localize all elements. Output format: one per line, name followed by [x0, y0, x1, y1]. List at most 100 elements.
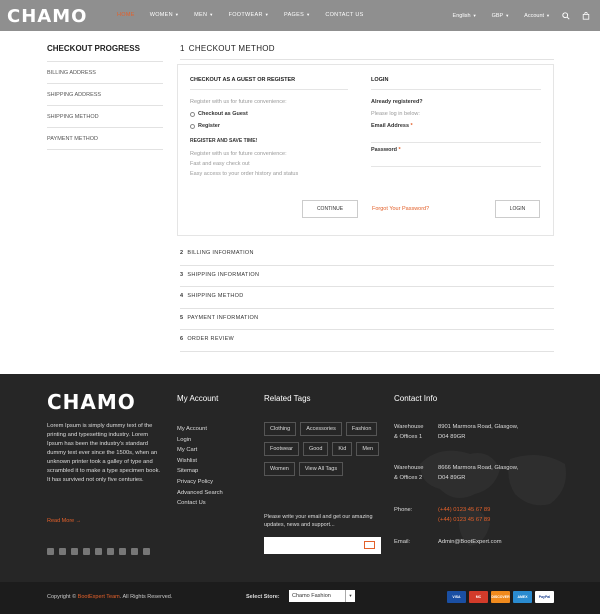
- facebook-icon[interactable]: [47, 548, 54, 555]
- bottom-bar: Copyright © BootExpert Team. All Rights …: [0, 582, 600, 614]
- vimeo-icon[interactable]: [143, 548, 150, 555]
- site-logo[interactable]: CHAMO: [7, 6, 87, 27]
- step-checkout-method-title[interactable]: 1 CHECKOUT METHOD: [180, 44, 554, 60]
- checkout-progress-sidebar: CHECKOUT PROGRESS BILLING ADDRESS SHIPPI…: [47, 44, 163, 150]
- continue-button[interactable]: CONTINUE: [302, 200, 358, 218]
- contact-email[interactable]: Admin@BootExpert.com: [438, 537, 502, 547]
- account-menu[interactable]: Account ▼: [524, 13, 550, 19]
- amex-icon: AMEX: [513, 591, 532, 603]
- chevron-down-icon: ▼: [345, 590, 355, 602]
- sidebar-item-shipping-method: SHIPPING METHOD: [47, 106, 163, 128]
- contact-info-title: Contact Info: [394, 394, 438, 403]
- step-order-review[interactable]: 6 ORDER REVIEW: [180, 330, 554, 352]
- already-registered: Already registered?: [371, 99, 423, 105]
- tag-kid[interactable]: Kid: [332, 442, 353, 456]
- related-tags: Clothing Accessories Fashion Footwear Go…: [264, 422, 384, 482]
- tag-clothing[interactable]: Clothing: [264, 422, 297, 436]
- store-select[interactable]: Chamo Fashion ▼: [289, 590, 355, 602]
- login-button[interactable]: LOGIN: [495, 200, 540, 218]
- nav-pages[interactable]: PAGES ▼: [284, 12, 310, 18]
- header-tools: English ▼ GBP ▼ Account ▼: [438, 12, 590, 20]
- language-selector[interactable]: English ▼: [453, 13, 477, 19]
- phone-numbers: (+44) 0123 45 67 89 (+44) 0123 45 67 89: [438, 507, 491, 523]
- checkout-as-guest-option[interactable]: Checkout as Guest: [190, 111, 348, 117]
- password-field[interactable]: [371, 153, 541, 167]
- nav-men[interactable]: MEN ▼: [194, 12, 213, 18]
- footer-link-my-cart[interactable]: My Cart: [177, 445, 223, 456]
- sidebar-item-payment-method: PAYMENT METHOD: [47, 128, 163, 150]
- footer-link-my-account[interactable]: My Account: [177, 424, 223, 435]
- chevron-down-icon: ▼: [546, 13, 550, 18]
- site-header: CHAMO HOME WOMEN ▼ MEN ▼ FOOTWEAR ▼ PAGES ▼ …: [0, 0, 600, 31]
- forgot-password-link[interactable]: Forgot Your Password?: [372, 206, 429, 212]
- footer-link-advanced-search[interactable]: Advanced Search: [177, 488, 223, 499]
- nav-footwear[interactable]: FOOTWEAR ▼: [229, 12, 269, 18]
- footer-link-contact-us[interactable]: Contact Us: [177, 498, 223, 509]
- my-account-title: My Account: [177, 394, 219, 403]
- tag-good[interactable]: Good: [302, 442, 329, 456]
- chevron-down-icon: ▼: [472, 13, 477, 18]
- tag-accessories[interactable]: Accessories: [300, 422, 342, 436]
- linkedin-icon[interactable]: [83, 548, 90, 555]
- radio-icon[interactable]: [190, 123, 195, 129]
- twitter-icon[interactable]: [59, 548, 66, 555]
- footer-link-wishlist[interactable]: Wishlist: [177, 456, 223, 467]
- step-shipping-method[interactable]: 4 SHIPPING METHOD: [180, 287, 554, 309]
- cart-icon[interactable]: [582, 12, 590, 20]
- step-shipping-information[interactable]: 3 SHIPPING INFORMATION: [180, 266, 554, 287]
- read-more-link[interactable]: Read More →: [47, 518, 81, 524]
- footer-link-login[interactable]: Login: [177, 435, 223, 446]
- tag-men[interactable]: Men: [356, 442, 380, 456]
- payment-methods: VISA MC DISCOVER AMEX PayPal: [447, 591, 557, 603]
- tag-women[interactable]: Women: [264, 462, 295, 476]
- tumblr-icon[interactable]: [131, 548, 138, 555]
- step-payment-information[interactable]: 5 PAYMENT INFORMATION: [180, 309, 554, 330]
- world-map-graphic: [420, 450, 566, 546]
- chevron-down-icon: ▼: [264, 12, 270, 17]
- login-instruction: Please log in below:: [371, 111, 420, 117]
- nav-contact-us[interactable]: CONTACT US: [325, 12, 363, 18]
- radio-icon[interactable]: [190, 111, 195, 117]
- paypal-icon: PayPal: [535, 591, 554, 603]
- footer-logo[interactable]: CHAMO: [47, 390, 136, 414]
- instagram-icon[interactable]: [71, 548, 78, 555]
- mastercard-icon: MC: [469, 591, 488, 603]
- checkout-steps: 2 BILLING INFORMATION 3 SHIPPING INFORMATI…: [180, 244, 554, 352]
- arrow-right-icon: →: [75, 518, 82, 524]
- login-heading: LOGIN: [371, 77, 541, 90]
- step-billing-information[interactable]: 2 BILLING INFORMATION: [180, 244, 554, 266]
- email-label: Email:: [394, 539, 411, 545]
- currency-selector[interactable]: GBP ▼: [492, 13, 510, 19]
- sidebar-title: CHECKOUT PROGRESS: [47, 44, 163, 62]
- newsletter-email-input[interactable]: [264, 537, 381, 554]
- brand-link[interactable]: BootExpert Team: [78, 594, 120, 600]
- guest-heading: CHECKOUT AS A GUEST OR REGISTER: [190, 77, 348, 90]
- phone-label: Phone:: [394, 507, 413, 513]
- tag-view-all[interactable]: View All Tags: [298, 462, 344, 476]
- nav-women[interactable]: WOMEN ▼: [150, 12, 179, 18]
- store-label: Select Store:: [246, 594, 280, 600]
- save-time-heading: REGISTER AND SAVE TIME!: [190, 138, 258, 144]
- tag-fashion[interactable]: Fashion: [345, 422, 378, 436]
- mail-icon[interactable]: [364, 541, 375, 549]
- save-line: Register with us for future convenience:: [190, 151, 287, 157]
- warehouse-1-label: Warehouse & Offices 1: [394, 424, 424, 440]
- guest-intro: Register with us for future convenience:: [190, 99, 287, 105]
- email-field[interactable]: [371, 129, 541, 143]
- save-line: Easy access to your order history and st…: [190, 171, 299, 177]
- nav-home[interactable]: HOME: [117, 12, 135, 18]
- google-plus-icon[interactable]: [119, 548, 126, 555]
- footer-link-privacy-policy[interactable]: Privacy Policy: [177, 477, 223, 488]
- warehouse-1-address: 8901 Marmora Road, Glasgow, D04 89GR: [438, 424, 519, 440]
- guest-register-column: CHECKOUT AS A GUEST OR REGISTER Register…: [190, 77, 348, 177]
- tag-footwear[interactable]: Footwear: [264, 442, 299, 456]
- related-tags-title: Related Tags: [264, 394, 311, 403]
- footer-link-sitemap[interactable]: Sitemap: [177, 466, 223, 477]
- register-option[interactable]: Register: [190, 123, 348, 129]
- main-nav: HOME WOMEN ▼ MEN ▼ FOOTWEAR ▼ PAGES ▼ CONTAC…: [117, 12, 379, 18]
- pinterest-icon[interactable]: [107, 548, 114, 555]
- rss-icon[interactable]: [95, 548, 102, 555]
- visa-icon: VISA: [447, 591, 466, 603]
- site-footer: CHAMO Lorem Ipsum is simply dummy text o…: [0, 374, 600, 582]
- search-icon[interactable]: [562, 12, 570, 20]
